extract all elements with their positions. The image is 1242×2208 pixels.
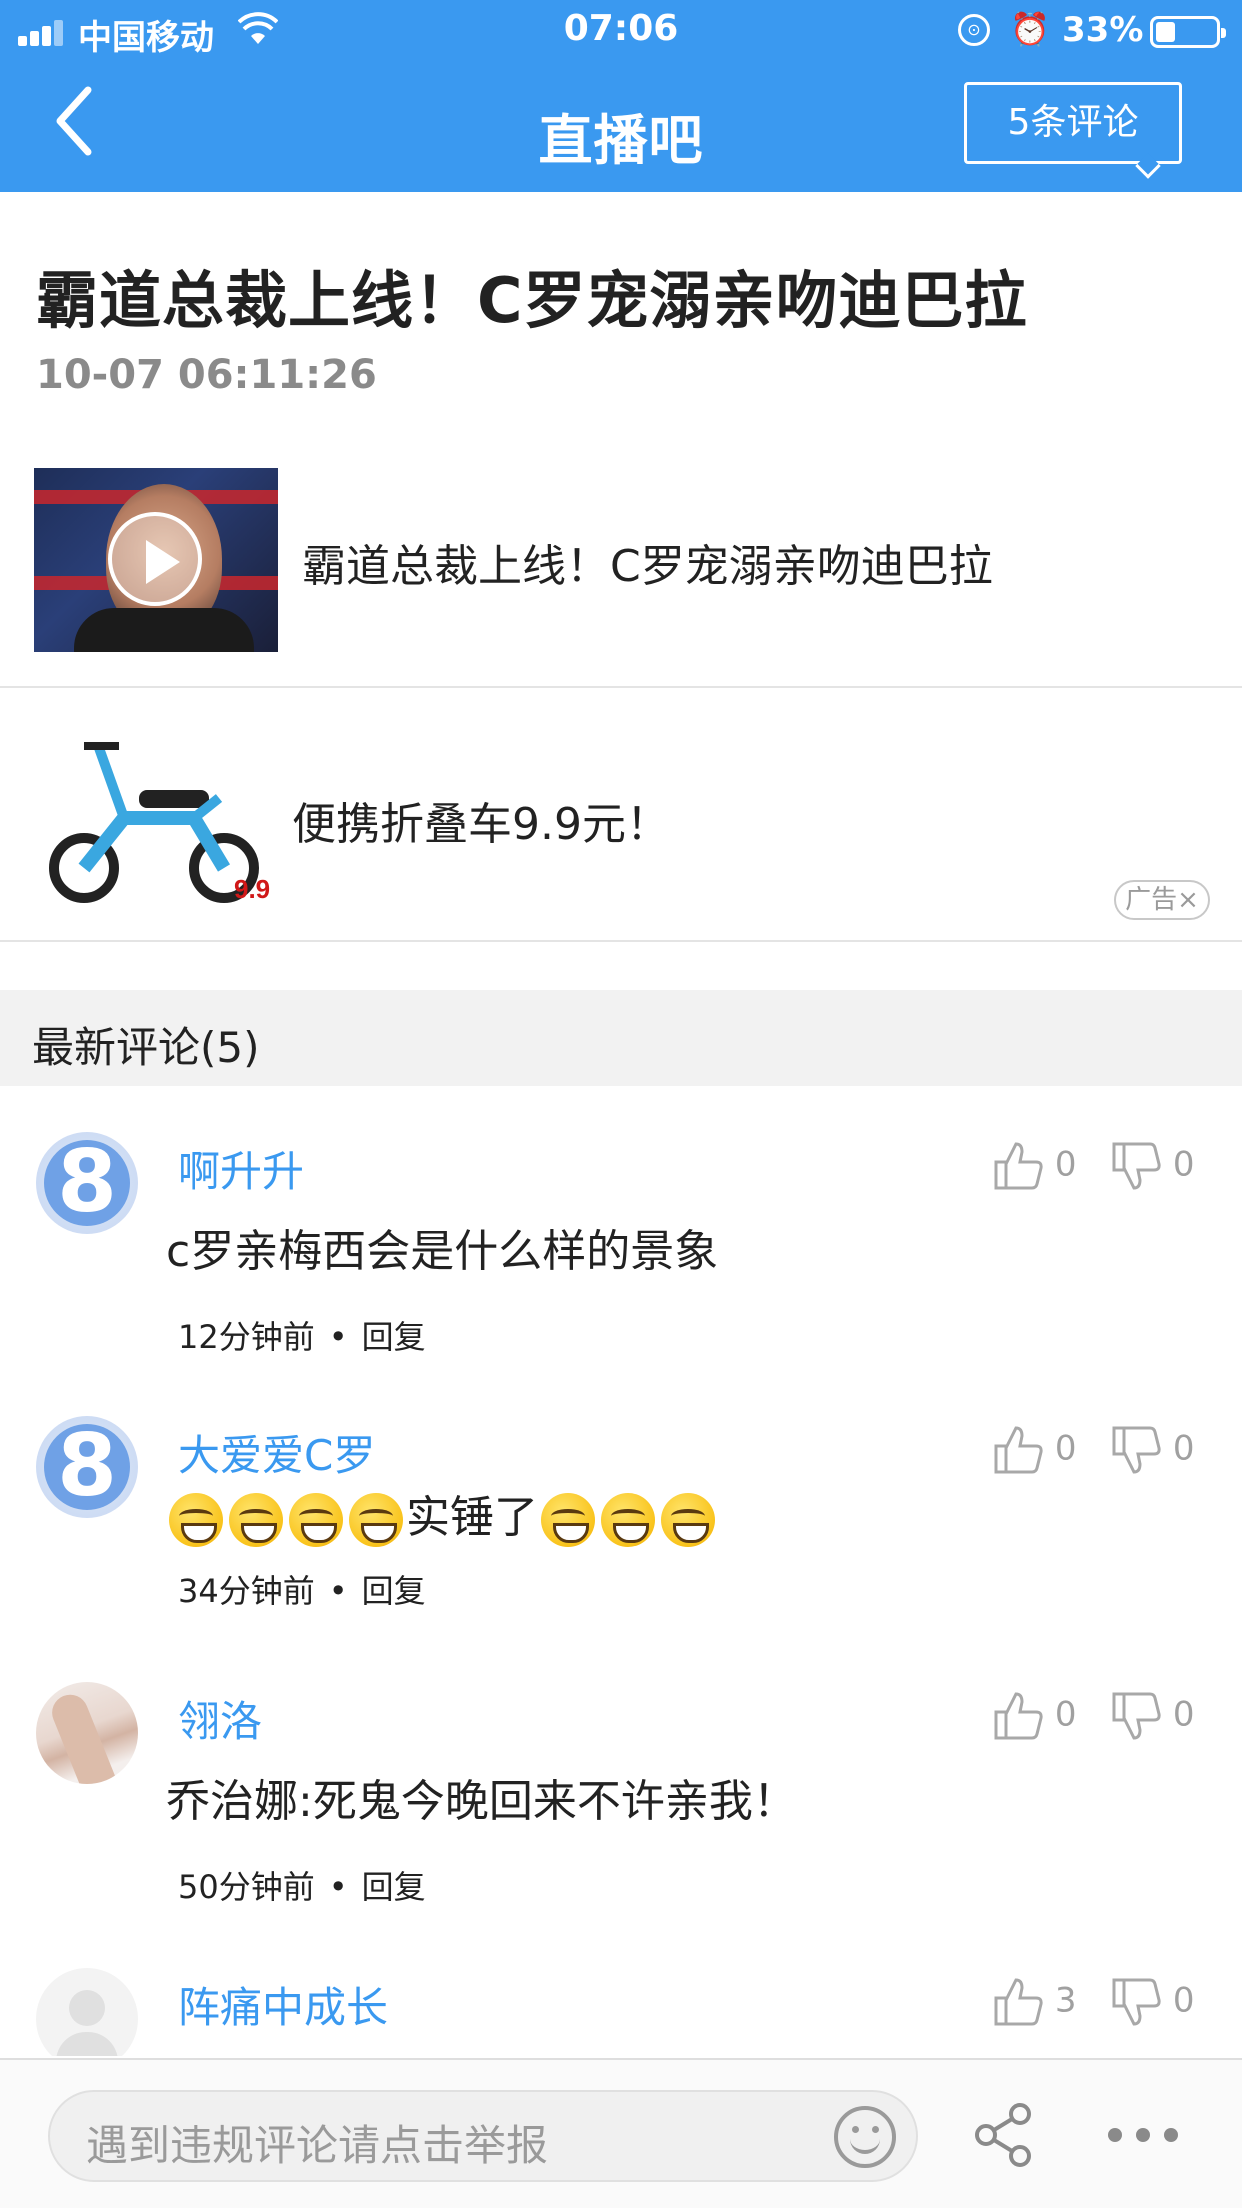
comment-username[interactable]: 阵痛中成长 — [178, 1974, 388, 2035]
separator-dot: • — [328, 1572, 348, 1610]
divider — [0, 940, 1242, 942]
laughing-emoji-icon — [289, 1493, 343, 1547]
thumbs-up-icon — [994, 1426, 1043, 1474]
separator-dot: • — [328, 1868, 348, 1906]
dislike-button[interactable]: 0 — [1110, 1140, 1194, 1192]
alarm-icon: ⏰ — [1010, 10, 1050, 48]
comments-section-title: 最新评论(5) — [32, 1023, 260, 1072]
dislike-button[interactable]: 0 — [1110, 1424, 1194, 1476]
like-button[interactable]: 3 — [992, 1976, 1076, 2028]
avatar[interactable] — [36, 1968, 138, 2070]
dislike-button[interactable]: 0 — [1110, 1976, 1194, 2028]
thumbnail-shirt — [74, 608, 254, 652]
dislike-count: 0 — [1172, 1980, 1195, 2021]
comment-text: 乔治娜:死鬼今晚回来不许亲我！ — [166, 1776, 797, 1827]
comment-item: 大爱爱C罗 0 0 实锤了 34分钟前 • 回复 — [0, 1416, 1242, 1676]
thumbs-down-icon — [1112, 1692, 1161, 1740]
laughing-emoji-icon — [661, 1493, 715, 1547]
thumbs-up-icon — [994, 1142, 1043, 1190]
rotation-lock-icon: ⊙ — [958, 14, 990, 46]
comment-username[interactable]: 翎洛 — [178, 1688, 262, 1749]
laughing-emoji-icon — [169, 1493, 223, 1547]
battery-percent: 33% — [1062, 10, 1144, 50]
avatar[interactable] — [36, 1416, 138, 1518]
ad-close-badge[interactable]: 广告× — [1114, 880, 1210, 920]
avatar[interactable] — [36, 1682, 138, 1784]
article-title: 霸道总裁上线！C罗宠溺亲吻迪巴拉 — [36, 264, 1028, 337]
share-icon[interactable] — [972, 2102, 1038, 2168]
comments-section-header: 最新评论(5) — [0, 990, 1242, 1086]
thumbs-down-icon — [1112, 1978, 1161, 2026]
comment-text: c罗亲梅西会是什么样的景象 — [166, 1226, 719, 1277]
more-icon[interactable] — [1108, 2128, 1178, 2142]
report-comment-input[interactable]: 遇到违规评论请点击举报 — [48, 2090, 918, 2182]
separator-dot: • — [328, 1318, 348, 1356]
laughing-emoji-icon — [349, 1493, 403, 1547]
reply-link[interactable]: 回复 — [362, 1572, 426, 1610]
avatar[interactable] — [36, 1132, 138, 1234]
status-bar: 中国移动 07:06 ⊙ ⏰ 33% — [0, 0, 1242, 62]
comment-item: 啊升升 0 0 c罗亲梅西会是什么样的景象 12分钟前 • 回复 — [0, 1132, 1242, 1392]
laughing-emoji-icon — [229, 1493, 283, 1547]
svg-text:9.9: 9.9 — [234, 874, 270, 904]
dislike-button[interactable]: 0 — [1110, 1690, 1194, 1742]
app-screen: 中国移动 07:06 ⊙ ⏰ 33% 直播吧 5条评论 霸道总裁上线！C罗宠溺亲… — [0, 0, 1242, 2208]
comment-meta: 34分钟前 • 回复 — [178, 1566, 426, 1612]
like-count: 3 — [1054, 1980, 1077, 2021]
comment-item: 翎洛 0 0 乔治娜:死鬼今晚回来不许亲我！ 50分钟前 • 回复 — [0, 1682, 1242, 1942]
like-count: 0 — [1054, 1694, 1077, 1735]
article-timestamp: 10-07 06:11:26 — [36, 352, 377, 398]
thumbs-down-icon — [1112, 1142, 1161, 1190]
like-count: 0 — [1054, 1144, 1077, 1185]
battery-icon — [1150, 16, 1226, 48]
status-time: 07:06 — [563, 8, 679, 49]
dislike-count: 0 — [1172, 1144, 1195, 1185]
laughing-emoji-icon — [601, 1493, 655, 1547]
comments-count-label: 5条评论 — [1007, 102, 1139, 143]
comment-time: 50分钟前 — [178, 1868, 315, 1906]
smile-icon[interactable] — [834, 2106, 896, 2168]
bottom-bar: 遇到违规评论请点击举报 — [0, 2058, 1242, 2208]
video-title[interactable]: 霸道总裁上线！C罗宠溺亲吻迪巴拉 — [302, 530, 993, 594]
comment-username[interactable]: 大爱爱C罗 — [178, 1422, 375, 1483]
like-button[interactable]: 0 — [992, 1140, 1076, 1192]
thumbs-up-icon — [994, 1978, 1043, 2026]
reply-link[interactable]: 回复 — [362, 1318, 426, 1356]
reply-link[interactable]: 回复 — [362, 1868, 426, 1906]
comments-count-button[interactable]: 5条评论 — [964, 82, 1182, 179]
battery-level — [1156, 22, 1175, 42]
like-button[interactable]: 0 — [992, 1690, 1076, 1742]
comment-meta: 50分钟前 • 回复 — [178, 1862, 426, 1908]
like-count: 0 — [1054, 1428, 1077, 1469]
comment-text: 实锤了 — [166, 1490, 718, 1547]
dislike-count: 0 — [1172, 1694, 1195, 1735]
play-icon[interactable] — [108, 512, 202, 606]
report-placeholder: 遇到违规评论请点击举报 — [86, 2121, 549, 2170]
laughing-emoji-icon — [541, 1493, 595, 1547]
thumbs-up-icon — [994, 1692, 1043, 1740]
comment-time: 34分钟前 — [178, 1572, 315, 1610]
comment-time: 12分钟前 — [178, 1318, 315, 1356]
comment-text-words: 实锤了 — [406, 1492, 538, 1543]
comment-username[interactable]: 啊升升 — [178, 1138, 304, 1199]
comment-meta: 12分钟前 • 回复 — [178, 1312, 426, 1358]
ad-bike-image[interactable]: 9.9 — [44, 718, 280, 908]
thumbs-down-icon — [1112, 1426, 1161, 1474]
video-thumbnail[interactable] — [34, 468, 278, 652]
top-bar: 中国移动 07:06 ⊙ ⏰ 33% 直播吧 5条评论 — [0, 0, 1242, 192]
divider — [0, 686, 1242, 688]
like-button[interactable]: 0 — [992, 1424, 1076, 1476]
dislike-count: 0 — [1172, 1428, 1195, 1469]
ad-text[interactable]: 便携折叠车9.9元！ — [292, 788, 670, 852]
